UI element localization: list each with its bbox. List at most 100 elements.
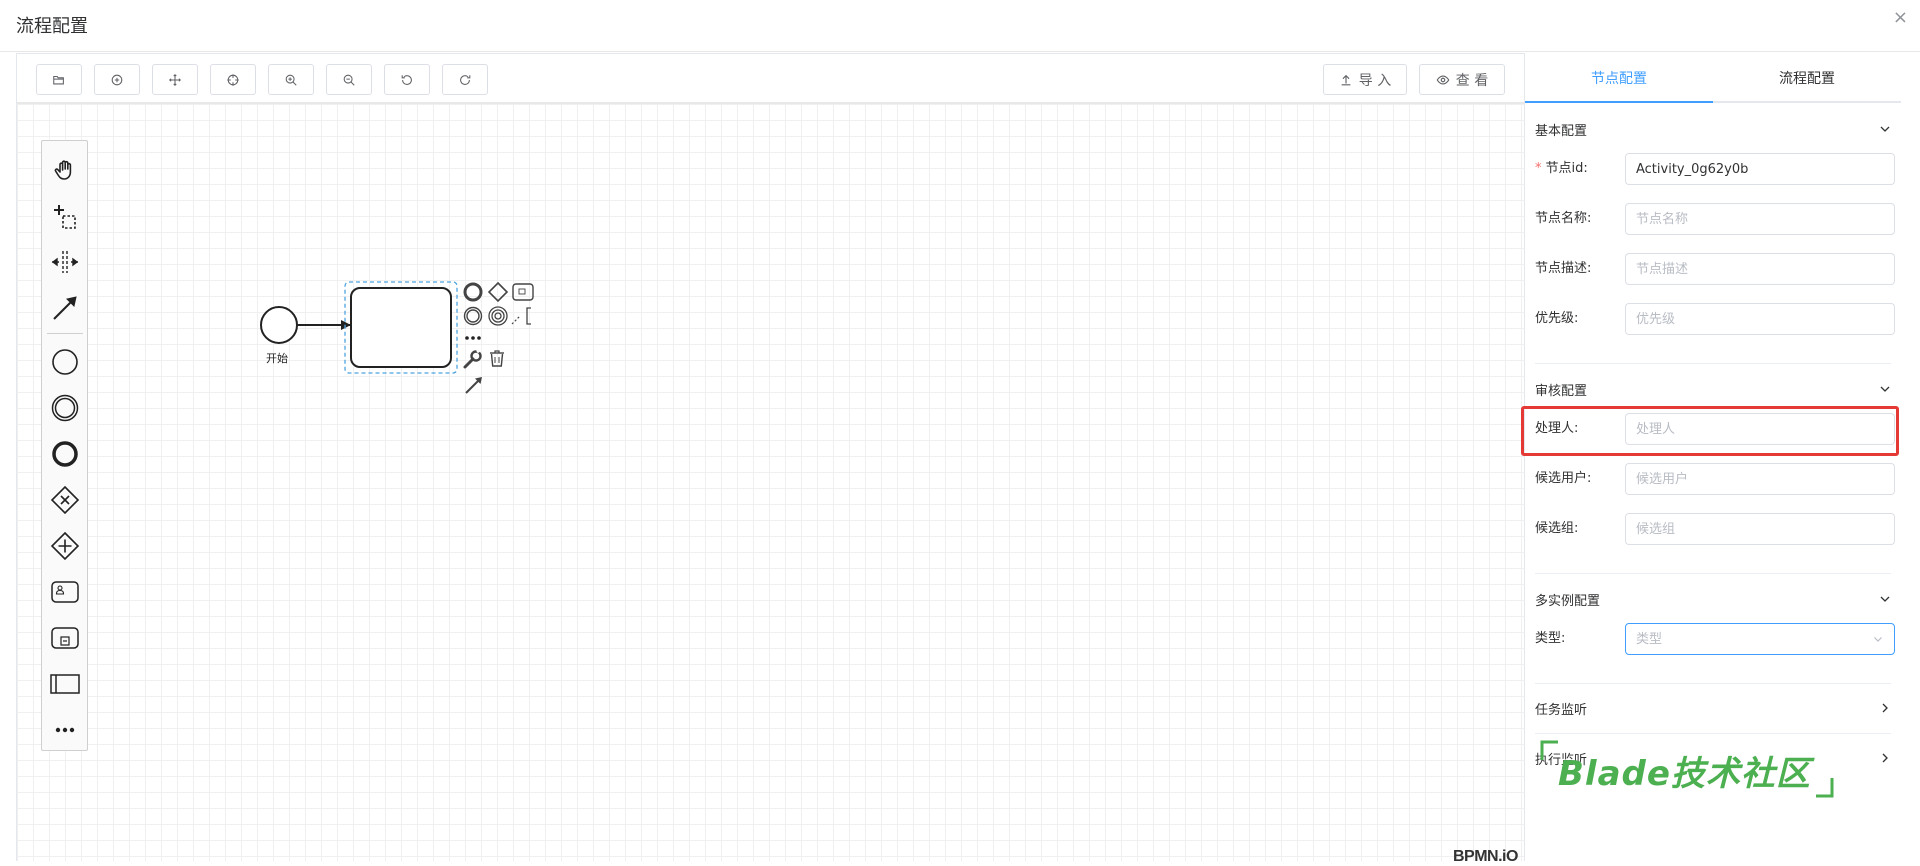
properties-panel: 节点配置 流程配置 基本配置 *节点id: 节点名称: 节点描述: 优先级: [1524,53,1920,861]
node-desc-row: 节点描述: [1535,253,1895,285]
start-event-tool[interactable] [50,347,80,377]
candidate-groups-label: 候选组: [1535,521,1579,536]
eye-icon [1436,74,1450,85]
mi-type-select[interactable] [1625,623,1895,655]
append-task-icon[interactable] [512,283,534,301]
section-approval-title: 审核配置 [1535,383,1588,399]
assignee-row: 处理人: [1535,413,1895,445]
section-exec-listener-title: 执行监听 [1535,752,1588,768]
zoom-in-button[interactable] [268,64,314,95]
hand-tool[interactable] [50,155,80,185]
section-exec-listener[interactable]: 执行监听 [1535,738,1891,778]
sequence-flow[interactable] [297,320,351,330]
more-tools[interactable] [50,715,80,745]
bpmn-diagram [260,281,534,394]
selected-task[interactable] [344,281,458,374]
chevron-down-icon [1880,386,1890,392]
start-event-label: 开始 [266,352,288,365]
canvas-toolbar: 导 入 查 看 [17,54,1524,104]
add-circle-icon [111,74,123,85]
tab-node-config[interactable]: 节点配置 [1525,53,1713,103]
exclusive-gateway-tool[interactable] [50,485,80,515]
text-annotation-icon[interactable] [511,307,531,325]
node-id-row: * 节点id: [1535,153,1895,185]
redo-icon [460,74,471,85]
space-tool-icon [51,251,79,273]
bpmn-io-logo[interactable]: BPMN.iO [1453,848,1518,866]
section-basic-config[interactable]: 基本配置 [1535,109,1891,149]
undo-button[interactable] [384,64,430,95]
connect-icon[interactable] [465,377,482,394]
hand-tool-icon [54,160,72,180]
lasso-tool[interactable] [50,201,80,231]
more-options-icon[interactable] [465,336,481,340]
node-name-input[interactable] [1625,203,1895,235]
tab-active-indicator [1525,101,1713,103]
zoom-in-icon [285,74,297,86]
end-event-icon [52,441,78,467]
candidate-groups-row: 候选组: [1535,513,1895,545]
chevron-down-icon [1880,596,1890,602]
space-tool[interactable] [50,247,80,277]
user-task-tool[interactable] [50,577,80,607]
view-button[interactable]: 查 看 [1419,64,1505,95]
section-divider [1535,573,1891,574]
chevron-down-icon [1880,126,1890,132]
candidate-users-label: 候选用户: [1535,471,1592,486]
fit-view-button[interactable] [210,64,256,95]
priority-label: 优先级: [1535,311,1579,326]
exclusive-gateway-icon [50,485,80,515]
close-icon[interactable]: × [1893,8,1908,28]
parallel-gateway-icon [50,531,80,561]
section-divider [1535,683,1891,684]
user-task-icon [51,581,79,603]
tab-process-config[interactable]: 流程配置 [1713,53,1901,103]
move-button[interactable] [152,64,198,95]
undo-icon [401,74,412,85]
assignee-input[interactable] [1625,413,1895,445]
candidate-groups-input[interactable] [1625,513,1895,545]
section-approval-config[interactable]: 审核配置 [1535,369,1891,409]
more-icon [55,727,75,733]
section-task-listener-title: 任务监听 [1535,702,1588,718]
section-multi-instance-config[interactable]: 多实例配置 [1535,579,1891,619]
connect-tool[interactable] [50,293,80,323]
section-basic-title: 基本配置 [1535,123,1588,139]
pool-tool[interactable] [50,669,80,699]
chevron-right-icon [1882,703,1888,713]
add-button[interactable] [94,64,140,95]
palette-separator [47,333,83,334]
header-divider [0,51,1920,52]
append-intermediate-event-icon[interactable] [463,306,483,326]
end-event-tool[interactable] [50,439,80,469]
connect-tool-icon [53,296,77,320]
import-button[interactable]: 导 入 [1323,64,1407,95]
delete-icon[interactable] [490,350,504,367]
intermediate-event-tool[interactable] [50,393,80,423]
zoom-out-button[interactable] [326,64,372,95]
section-divider [1535,363,1891,364]
context-pad [463,281,534,394]
open-folder-button[interactable] [36,64,82,95]
node-desc-label: 节点描述: [1535,261,1592,276]
change-type-icon[interactable] [488,306,508,326]
node-name-row: 节点名称: [1535,203,1895,235]
node-id-input[interactable] [1625,153,1895,185]
node-desc-input[interactable] [1625,253,1895,285]
append-end-event-icon[interactable] [463,282,483,302]
start-event[interactable] [260,306,298,344]
move-icon [169,73,181,86]
subprocess-tool[interactable] [50,623,80,653]
upload-icon [1341,74,1351,85]
chevron-right-icon [1882,753,1888,763]
redo-button[interactable] [442,64,488,95]
parallel-gateway-tool[interactable] [50,531,80,561]
candidate-users-input[interactable] [1625,463,1895,495]
section-task-listener[interactable]: 任务监听 [1535,688,1891,728]
bpmn-canvas[interactable]: 导 入 查 看 开始 BPMN.iO [16,53,1524,865]
section-divider [1535,733,1891,734]
append-gateway-icon[interactable] [487,281,509,303]
wrench-icon[interactable] [463,347,482,369]
import-label: 导 入 [1358,72,1392,89]
priority-input[interactable] [1625,303,1895,335]
